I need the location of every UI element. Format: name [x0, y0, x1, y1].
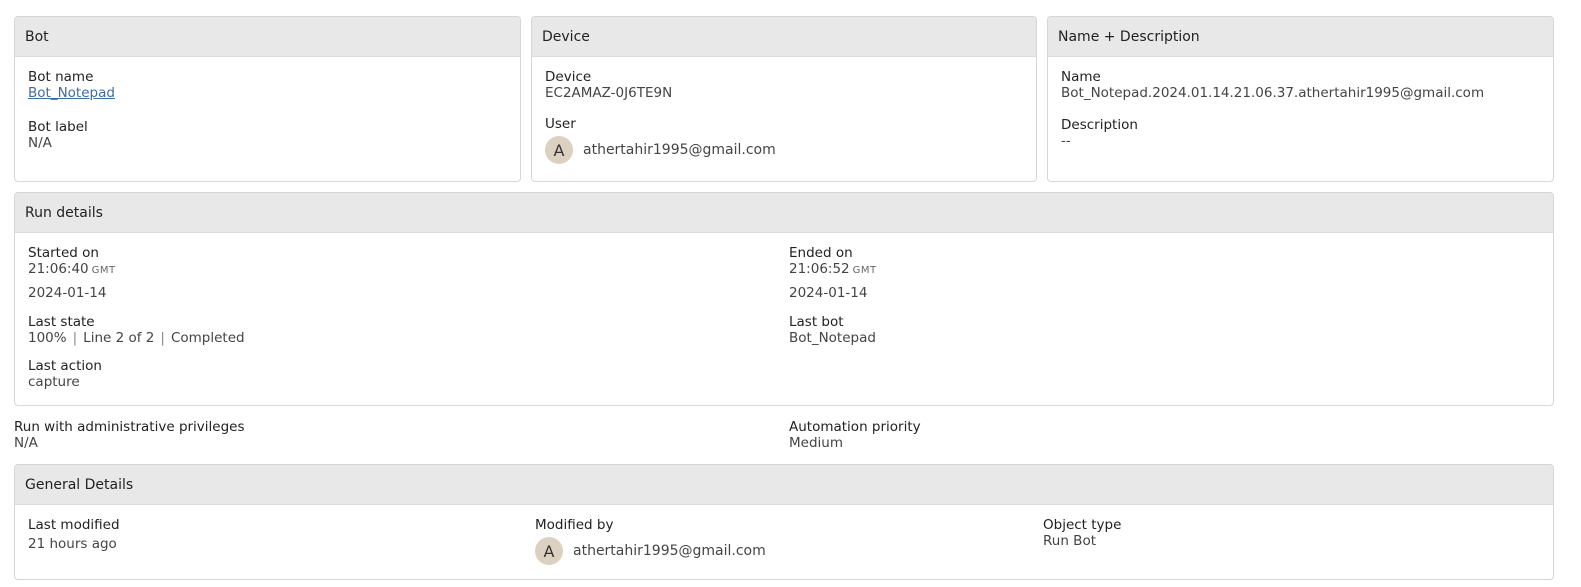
last-modified-label: Last modified — [28, 517, 120, 533]
admin-privileges-label: Run with administrative privileges — [14, 419, 245, 435]
last-state-label: Last state — [28, 314, 95, 330]
last-state-field: Last state 100% | Line 2 of 2 | Completed — [28, 314, 245, 346]
last-action-field: Last action capture — [28, 358, 102, 390]
admin-privileges-field: Run with administrative privileges N/A — [14, 419, 245, 451]
last-state-line: Line 2 of 2 — [83, 330, 155, 346]
name-description-panel-title: Name + Description — [1048, 17, 1553, 57]
last-bot-value: Bot_Notepad — [789, 330, 876, 346]
description-field: Description -- — [1061, 117, 1138, 149]
ended-on-field: Ended on 21:06:52 GMT 2024-01-14 — [789, 245, 877, 301]
bot-name-field: Bot name Bot_Notepad — [28, 69, 115, 101]
object-type-label: Object type — [1043, 517, 1122, 533]
admin-privileges-value: N/A — [14, 435, 38, 451]
last-state-value: 100% | Line 2 of 2 | Completed — [28, 330, 245, 346]
last-state-status: Completed — [170, 330, 245, 346]
object-type-value: Run Bot — [1043, 533, 1096, 549]
name-value: Bot_Notepad.2024.01.14.21.06.37.athertah… — [1061, 85, 1485, 101]
automation-priority-field: Automation priority Medium — [789, 419, 921, 451]
user-label: User — [545, 116, 576, 132]
general-details-panel: General Details Last modified 21 hours a… — [14, 464, 1554, 580]
run-details-title: Run details — [15, 193, 1553, 233]
name-field: Name Bot_Notepad.2024.01.14.21.06.37.ath… — [1061, 69, 1484, 101]
modified-by-field: Modified by A athertahir1995@gmail.com — [535, 517, 766, 565]
description-value: -- — [1061, 133, 1071, 149]
started-on-time: 21:06:40 — [28, 261, 89, 277]
user-email: athertahir1995@gmail.com — [583, 142, 776, 158]
device-value: EC2AMAZ-0J6TE9N — [545, 85, 673, 101]
started-on-timezone: GMT — [91, 265, 116, 276]
user-field: User A athertahir1995@gmail.com — [545, 116, 776, 164]
ended-on-time: 21:06:52 — [789, 261, 850, 277]
automation-priority-value: Medium — [789, 435, 843, 451]
run-details-panel: Run details Started on 21:06:40 GMT 2024-… — [14, 192, 1554, 406]
device-label: Device — [545, 69, 592, 85]
ended-on-timezone: GMT — [852, 265, 877, 276]
user-row: A athertahir1995@gmail.com — [545, 136, 776, 164]
separator: | — [72, 330, 78, 346]
started-on-time-row: 21:06:40 GMT — [28, 261, 116, 279]
user-avatar: A — [545, 136, 573, 164]
device-field: Device EC2AMAZ-0J6TE9N — [545, 69, 672, 101]
separator: | — [160, 330, 165, 346]
last-action-label: Last action — [28, 358, 102, 374]
modified-by-email: athertahir1995@gmail.com — [573, 543, 766, 559]
bot-name-label: Bot name — [28, 69, 94, 85]
bot-label-label: Bot label — [28, 119, 88, 135]
last-bot-field: Last bot Bot_Notepad — [789, 314, 876, 346]
object-type-field: Object type Run Bot — [1043, 517, 1121, 549]
description-label: Description — [1061, 117, 1138, 133]
last-bot-label: Last bot — [789, 314, 844, 330]
general-details-title: General Details — [15, 465, 1553, 505]
device-panel: Device Device EC2AMAZ-0J6TE9N User A ath… — [531, 16, 1037, 182]
device-panel-title: Device — [532, 17, 1036, 57]
bot-panel-title: Bot — [15, 17, 520, 57]
bot-label-field: Bot label N/A — [28, 119, 88, 151]
ended-on-time-row: 21:06:52 GMT — [789, 261, 877, 279]
started-on-field: Started on 21:06:40 GMT 2024-01-14 — [28, 245, 116, 301]
last-modified-field: Last modified 21 hours ago — [28, 517, 120, 552]
bot-panel: Bot Bot name Bot_Notepad Bot label N/A — [14, 16, 521, 182]
bot-label-value: N/A — [28, 135, 52, 151]
last-modified-value: 21 hours ago — [28, 536, 117, 552]
automation-priority-label: Automation priority — [789, 419, 921, 435]
modified-by-avatar: A — [535, 537, 563, 565]
last-action-value: capture — [28, 374, 80, 390]
modified-by-label: Modified by — [535, 517, 614, 533]
started-on-date: 2024-01-14 — [28, 285, 107, 301]
ended-on-label: Ended on — [789, 245, 853, 261]
ended-on-date: 2024-01-14 — [789, 285, 868, 301]
started-on-label: Started on — [28, 245, 99, 261]
name-label: Name — [1061, 69, 1101, 85]
name-description-panel: Name + Description Name Bot_Notepad.2024… — [1047, 16, 1554, 182]
last-state-percent: 100% — [28, 330, 67, 346]
modified-by-row: A athertahir1995@gmail.com — [535, 537, 766, 565]
bot-name-link[interactable]: Bot_Notepad — [28, 85, 115, 101]
